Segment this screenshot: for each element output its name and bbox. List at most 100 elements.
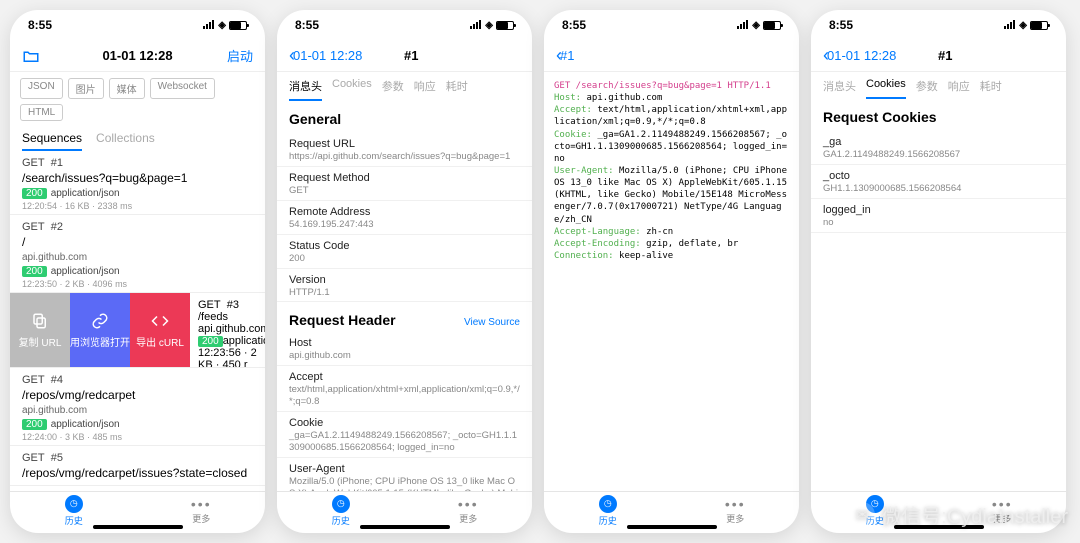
status-icons: ◈ [203,20,247,31]
nav-bar: ‹#1 [544,40,799,72]
nav-bar: ‹01-01 12:28 #1 [277,40,532,72]
request-header-heading: Request Header [289,312,396,328]
code-icon [151,312,169,330]
clock-icon: ◷ [65,495,83,513]
tab-more[interactable]: •••更多 [705,497,765,525]
list-item[interactable]: GET #5 /repos/vmg/redcarpet/issues?state… [10,446,265,486]
status-bar: 8:55 ◈ [10,10,265,40]
headers-content: General Request URLhttps://api.github.co… [277,101,532,491]
copy-url-button[interactable]: 复制 URL [10,293,70,367]
nav-title: 01-01 12:28 [102,48,172,63]
raw-request: GET /search/issues?q=bug&page=1 HTTP/1.1… [544,72,799,270]
home-indicator [93,525,183,529]
screen-raw: 8:55 ◈ ‹#1 GET /search/issues?q=bug&page… [544,10,799,533]
clock: 8:55 [28,18,52,32]
wifi-icon: ◈ [218,20,226,31]
tab-params[interactable]: 参数 [382,78,404,101]
tab-history[interactable]: ◷历史 [578,495,638,527]
kv-row: Cookie_ga=GA1.2.1149488249.1566208567; _… [277,412,532,458]
signal-icon [203,21,215,29]
tab-headers[interactable]: 消息头 [289,78,322,101]
signal-icon [737,21,749,29]
signal-icon [470,21,482,29]
open-browser-button[interactable]: 用浏览器打开 [70,293,130,367]
wifi-icon: ◈ [485,20,493,31]
status-bar: 8:55 ◈ [811,10,1066,40]
tab-cookies[interactable]: Cookies [866,78,906,99]
status-icons: ◈ [470,20,514,31]
list-item[interactable]: GET #4 /repos/vmg/redcarpet api.github.c… [10,368,265,446]
tab-history[interactable]: ◷历史 [44,495,104,527]
home-indicator [627,525,717,529]
request-cookies-heading: Request Cookies [811,99,1066,131]
filter-media[interactable]: 媒体 [109,78,145,99]
back-button[interactable]: ‹01-01 12:28 [289,45,362,66]
tab-more[interactable]: •••更多 [438,497,498,525]
clock: 8:55 [829,18,853,32]
folder-button[interactable] [22,47,82,65]
home-indicator [360,525,450,529]
list-item[interactable]: GET #1 /search/issues?q=bug&page=1 200ap… [10,151,265,215]
general-heading: General [277,101,532,133]
tab-headers[interactable]: 消息头 [823,78,856,99]
filter-ws[interactable]: Websocket [150,78,215,99]
cookie-row: _octoGH1.1.1309000685.1566208564 [811,165,1066,199]
screen-cookies: 8:55 ◈ ‹01-01 12:28 #1 消息头 Cookies 参数 响应… [811,10,1066,533]
tab-timing[interactable]: 耗时 [980,78,1002,99]
export-curl-button[interactable]: 导出 cURL [130,293,190,367]
more-icon: ••• [725,497,746,511]
nav-title: #1 [404,48,418,63]
tab-sequences[interactable]: Sequences [22,131,82,151]
cookie-row: _gaGA1.2.1149488249.1566208567 [811,131,1066,165]
list-item[interactable]: GET #3 /feeds api.github.com 200applicat… [190,293,265,367]
back-button[interactable]: ‹#1 [556,45,616,66]
nav-bar: ‹01-01 12:28 #1 [811,40,1066,72]
filter-json[interactable]: JSON [20,78,63,99]
more-icon: ••• [458,497,479,511]
status-badge: 200 [22,266,47,277]
list-item[interactable]: GET #2 / api.github.com 200application/j… [10,215,265,293]
battery-icon [229,21,247,30]
status-badge: 200 [22,188,47,199]
watermark: ✉ 微信号:CydiaInstaller [849,500,1068,529]
status-badge: 200 [198,336,223,347]
status-bar: 8:55 ◈ [544,10,799,40]
tab-cookies[interactable]: Cookies [332,78,372,101]
kv-row: Remote Address54.169.195.247:443 [277,201,532,235]
cookie-row: logged_inno [811,199,1066,233]
detail-tabs: 消息头 Cookies 参数 响应 耗时 [811,72,1066,99]
filter-image[interactable]: 图片 [68,78,104,99]
folder-icon [22,47,40,65]
status-bar: 8:55 ◈ [277,10,532,40]
signal-icon [1004,21,1016,29]
tab-params[interactable]: 参数 [916,78,938,99]
copy-icon [31,312,49,330]
back-button[interactable]: ‹01-01 12:28 [823,45,896,66]
screen-headers: 8:55 ◈ ‹01-01 12:28 #1 消息头 Cookies 参数 响应… [277,10,532,533]
more-icon: ••• [191,497,212,511]
clock: 8:55 [295,18,319,32]
status-badge: 200 [22,419,47,430]
kv-row: Accepttext/html,application/xhtml+xml,ap… [277,366,532,412]
nav-title: #1 [938,48,952,63]
status-icons: ◈ [737,20,781,31]
raw-content: GET /search/issues?q=bug&page=1 HTTP/1.1… [544,72,799,491]
kv-row: Hostapi.github.com [277,332,532,366]
battery-icon [1030,21,1048,30]
view-source-button[interactable]: View Source [464,317,520,328]
tab-response[interactable]: 响应 [414,78,436,101]
request-list: GET #1 /search/issues?q=bug&page=1 200ap… [10,151,265,491]
start-button[interactable]: 启动 [193,46,253,65]
kv-row: Status Code200 [277,235,532,269]
tab-timing[interactable]: 耗时 [446,78,468,101]
tab-collections[interactable]: Collections [96,131,155,151]
tab-response[interactable]: 响应 [948,78,970,99]
wifi-icon: ◈ [752,20,760,31]
kv-row: Request URLhttps://api.github.com/search… [277,133,532,167]
wechat-icon: ✉ [849,502,875,528]
tab-more[interactable]: •••更多 [171,497,231,525]
clock: 8:55 [562,18,586,32]
tab-history[interactable]: ◷历史 [311,495,371,527]
kv-row: VersionHTTP/1.1 [277,269,532,303]
filter-html[interactable]: HTML [20,104,63,121]
